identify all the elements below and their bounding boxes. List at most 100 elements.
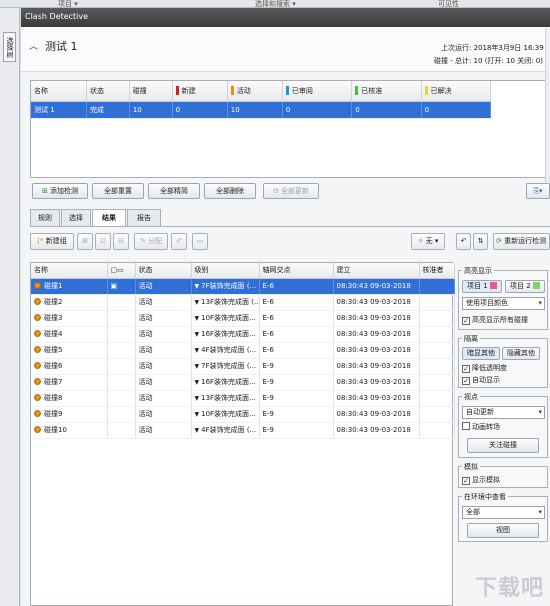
highlight-all-checkbox[interactable]: ✓ 高亮显示所有碰撞 [462, 315, 528, 325]
tests-col-header[interactable]: 活动 [227, 81, 283, 102]
clash-status-cell[interactable]: 活动 [135, 390, 192, 407]
clash-row[interactable]: 碰撞8 活动 ▼ 13F装饰完成面... E-9 08:30:43 09-03-2018 [31, 390, 455, 407]
item2-swatch [532, 282, 540, 289]
add-test-button[interactable]: ⊞ 添加检测 [32, 183, 88, 199]
clash-row[interactable]: 碰撞10 活动 ▼ 4F装饰完成面 (... E-9 08:30:43 09-03-201… [31, 422, 455, 439]
status-dropdown-icon[interactable]: ▼ [195, 411, 200, 418]
status-dropdown-icon[interactable]: ▼ [195, 299, 200, 306]
viewpoint-select[interactable]: 自动更新 [462, 406, 545, 419]
results-col-header[interactable]: 级别 [191, 263, 260, 279]
status-dropdown-icon[interactable]: ▼ [195, 331, 200, 338]
clash-row[interactable]: 碰撞2 活动 ▼ 13F装饰完成面 (... E-6 08:30:43 09-03-201… [31, 294, 455, 311]
clash-image-cell [107, 374, 136, 391]
status-dropdown-icon[interactable]: ▼ [195, 283, 200, 290]
view-button[interactable]: 视图 [467, 523, 539, 538]
auto-show-checkbox[interactable]: ✓ 自动显示 [462, 375, 500, 385]
status-dropdown-icon[interactable]: ▼ [195, 315, 200, 322]
clash-status-cell[interactable]: 活动 [135, 278, 192, 295]
tests-col-header[interactable]: 新建 [172, 81, 228, 102]
rerun-icon: ⟳ [496, 237, 502, 245]
status-dropdown-icon[interactable]: ▼ [195, 379, 200, 386]
results-col-header[interactable]: 名称 [31, 263, 108, 279]
results-col-header[interactable]: 核准者 [419, 263, 455, 279]
clash-status-cell[interactable]: 活动 [135, 326, 192, 343]
rerun-test-button[interactable]: ⟳ 重新运行检测 [493, 233, 550, 250]
clash-row[interactable]: 碰撞1 ▣ 活动 ▼ 7F装饰完成面 (... E-6 08:30:43 09-03-201… [31, 278, 455, 295]
results-col-header[interactable]: 状态 [135, 263, 192, 279]
focus-clash-button[interactable]: 关注碰撞 [467, 438, 539, 453]
clash-level-cell: ▼ 16F装饰完成面... [191, 326, 260, 343]
clash-row[interactable]: 碰撞5 活动 ▼ 4F装饰完成面 (... E-6 08:30:43 09-03-2018 [31, 342, 455, 359]
group-selected-icon[interactable]: ⊠ [77, 233, 93, 250]
show-simulation-checkbox[interactable]: ✓ 显示模拟 [462, 475, 500, 485]
results-col-header[interactable]: 建立 [333, 263, 420, 279]
clash-status-cell[interactable]: 活动 [135, 342, 192, 359]
clash-name-cell: 碰撞5 [31, 342, 108, 359]
explode-group-icon[interactable]: ⊡ [95, 233, 111, 250]
collapse-chevron-icon[interactable]: ︿ [29, 39, 38, 52]
clash-approver-cell [419, 342, 455, 359]
clash-row[interactable]: 碰撞3 活动 ▼ 10F装饰完成面... E-6 08:30:43 09-03-2018 [31, 310, 455, 327]
dim-others-button[interactable]: 暗显其他 [462, 347, 500, 360]
clash-row[interactable]: 碰撞9 活动 ▼ 10F装饰完成面... E-9 08:30:43 09-03-2018 [31, 406, 455, 423]
tests-col-header[interactable]: 已核准 [351, 81, 422, 102]
lower-transparency-checkbox[interactable]: ✓ 降低透明度 [462, 363, 507, 373]
clash-row[interactable]: 碰撞6 活动 ▼ 7F装饰完成面 (... E-9 08:30:43 09-03-2018 [31, 358, 455, 375]
tests-col-header[interactable]: 已解决 [421, 81, 492, 102]
clash-row[interactable]: 碰撞4 活动 ▼ 16F装饰完成面... E-6 08:30:43 09-03-2018 [31, 326, 455, 343]
status-dropdown-icon[interactable]: ▼ [195, 395, 200, 402]
selection-tree-tab[interactable]: 选择树 [3, 32, 16, 62]
tests-col-header[interactable]: 名称 [31, 81, 87, 102]
compact-all-button[interactable]: 全部精简 [148, 183, 200, 199]
sort-icon[interactable]: ⇅ [473, 233, 488, 250]
clash-level-cell: ▼ 13F装饰完成面... [191, 390, 260, 407]
clash-status-cell[interactable]: 活动 [135, 422, 192, 439]
reset-all-button[interactable]: 全部重置 [92, 183, 144, 199]
animate-transition-checkbox[interactable]: 动画转场 [462, 422, 500, 432]
ungroup-icon[interactable]: ⊟ [113, 233, 129, 250]
clash-approver-cell [419, 278, 455, 295]
clash-row[interactable]: 碰撞7 活动 ▼ 16F装饰完成面... E-9 08:30:43 09-03-2018 [31, 374, 455, 391]
status-dropdown-icon[interactable]: ▼ [195, 427, 200, 434]
clash-status-cell[interactable]: 活动 [135, 358, 192, 375]
tab-report[interactable]: 报告 [127, 209, 161, 226]
filter-label: 无 [425, 237, 433, 245]
clash-status-cell[interactable]: 活动 [135, 294, 192, 311]
hide-others-button[interactable]: 隐藏其他 [502, 347, 540, 360]
status-dropdown-icon[interactable]: ▼ [195, 363, 200, 370]
tests-table: 名称 状态 碰撞 新建 活动 已审阅 已核准 已解决 测试 1 完成 10 0 10 0 0 0 [30, 80, 550, 178]
clash-status-cell[interactable]: 活动 [135, 406, 192, 423]
new-group-button[interactable]: [* 新建组 [30, 233, 74, 250]
tests-col-header[interactable]: 已审阅 [282, 81, 353, 102]
view-in-context-select[interactable]: 全部 [462, 506, 545, 519]
delete-all-button[interactable]: 全部删除 [204, 183, 256, 199]
comment-icon[interactable]: ▭ [192, 233, 208, 250]
test-row[interactable]: 测试 1 完成 10 0 10 0 0 0 [31, 101, 492, 119]
tab-select[interactable]: 选择 [61, 209, 91, 226]
unassign-icon[interactable]: ✐ [171, 233, 187, 250]
assign-button[interactable]: ✎ 分配 [134, 233, 168, 250]
tab-rules[interactable]: 规则 [30, 209, 60, 226]
isolate-group: 隔离 暗显其他 隐藏其他 ✓ 降低透明度 ✓ 自动显示 [458, 334, 548, 388]
clash-status-cell[interactable]: 活动 [135, 310, 192, 327]
tab-results[interactable]: 结果 [92, 209, 126, 227]
clash-status-cell[interactable]: 活动 [135, 374, 192, 391]
tests-col-header[interactable]: 碰撞 [129, 81, 173, 102]
update-all-button[interactable]: ⟳ 全部更新 [263, 183, 319, 199]
clash-level: 13F装饰完成面... [201, 394, 256, 402]
highlight-color-select[interactable]: 使用项目颜色 [462, 297, 545, 310]
results-col-header[interactable]: 轴网交点 [259, 263, 334, 279]
simulation-title: 模拟 [462, 462, 480, 472]
item1-swatch [489, 282, 497, 289]
item2-highlight-button[interactable]: 项目 2 [505, 280, 545, 293]
item1-highlight-button[interactable]: 项目 1 [462, 280, 502, 293]
status-dropdown-icon[interactable]: ▼ [195, 347, 200, 354]
export-button[interactable]: ⎘▾ [526, 183, 550, 199]
panel-scrollbar[interactable] [545, 28, 550, 198]
filter-icon: ✧ [417, 237, 424, 245]
tests-col-header[interactable]: 状态 [86, 81, 130, 102]
clash-grid-cell: E-6 [259, 278, 334, 295]
filter-dropdown[interactable]: ✧ 无 ▾ [411, 233, 445, 250]
reset-view-icon[interactable]: ↶ [456, 233, 471, 250]
results-col-header[interactable]: ▢▭ [107, 263, 136, 279]
